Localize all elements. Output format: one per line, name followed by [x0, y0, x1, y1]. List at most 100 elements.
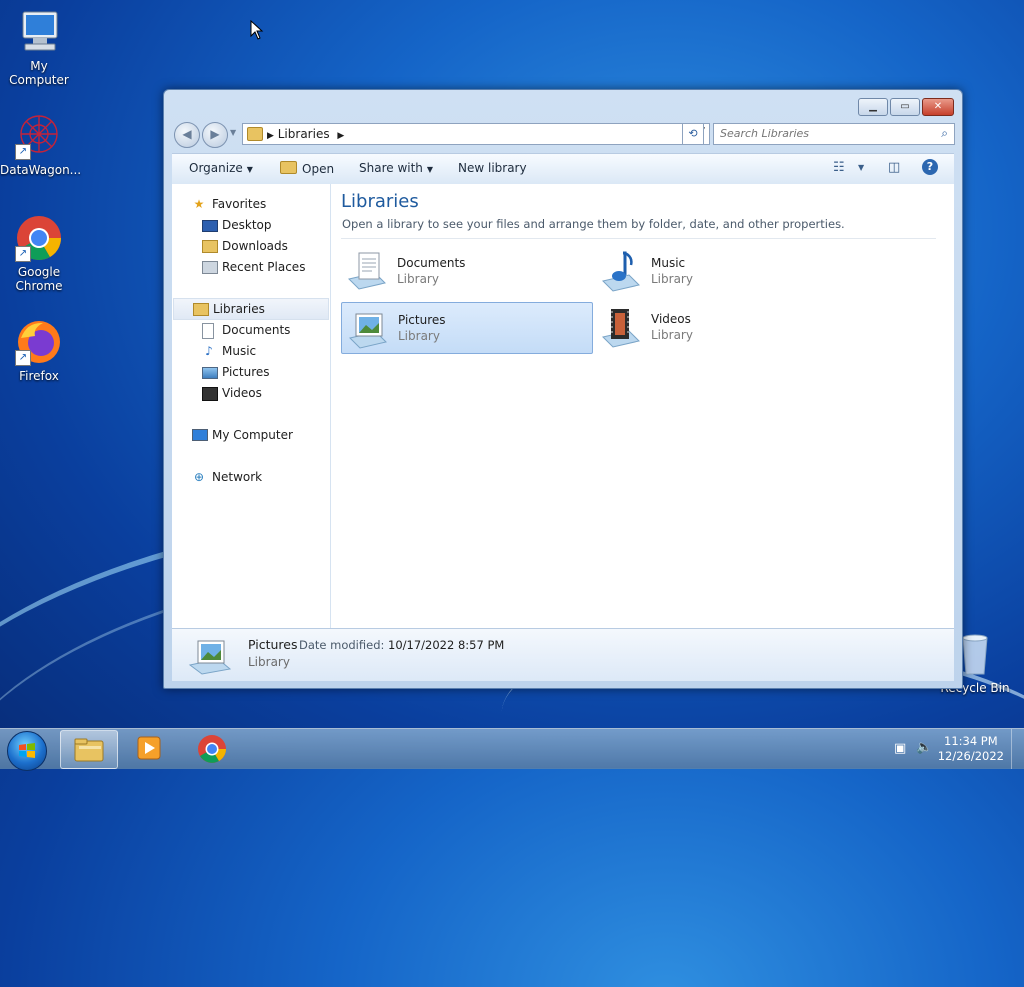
- desktop-icon-label: My Computer: [9, 59, 69, 87]
- recent-pages-chevron-icon[interactable]: ▼: [230, 128, 236, 137]
- desktop-icon-datawagon[interactable]: ↗ DataWagon...: [0, 112, 81, 177]
- nav-label: Music: [222, 344, 257, 358]
- navigation-bar: ◀ ▶ ▼ ▶ Libraries ▶ ▼ ⟲ ⌕: [172, 120, 955, 148]
- music-note-icon: ♪: [205, 344, 213, 358]
- taskbar: ▣ 🔈 11:34 PM 12/26/2022: [0, 728, 1024, 771]
- libraries-folder-icon: [247, 127, 263, 141]
- breadcrumb-libraries[interactable]: Libraries: [278, 127, 330, 141]
- forward-button[interactable]: ▶: [202, 122, 228, 148]
- media-player-icon: [137, 736, 161, 760]
- volume-icon[interactable]: 🔈: [916, 740, 932, 755]
- nav-label: Desktop: [222, 218, 272, 232]
- clock[interactable]: 11:34 PM 12/26/2022: [938, 734, 1004, 764]
- nav-label: Libraries: [213, 302, 265, 316]
- open-button[interactable]: Open: [280, 161, 334, 176]
- chrome-icon: [198, 735, 226, 763]
- library-item-name: Music: [651, 256, 686, 270]
- libraries-icon: [193, 303, 209, 316]
- datawagon-icon: ↗: [15, 112, 63, 160]
- library-item-documents[interactable]: Documents Library: [341, 246, 591, 296]
- details-type: Library: [248, 655, 290, 669]
- details-modified: Date modified: 10/17/2022 8:57 PM: [299, 638, 504, 652]
- maximize-button[interactable]: ▭: [890, 98, 920, 116]
- nav-label: Recent Places: [222, 260, 306, 274]
- shortcut-arrow-icon: ↗: [15, 144, 31, 160]
- desktop-icon-my-computer[interactable]: My Computer: [0, 8, 78, 87]
- show-desktop-button[interactable]: [1011, 729, 1024, 769]
- search-icon[interactable]: ⌕: [941, 126, 948, 141]
- nav-label: Pictures: [222, 365, 270, 379]
- computer-icon: [15, 8, 63, 56]
- desktop-icon-google-chrome[interactable]: ↗ Google Chrome: [0, 214, 78, 293]
- new-library-button[interactable]: New library: [458, 161, 527, 175]
- network-icon: ⊕: [193, 470, 205, 484]
- address-bar[interactable]: ▶ Libraries ▶ ▼: [242, 123, 710, 145]
- caret-down-icon: ▼: [426, 165, 434, 174]
- system-tray: ▣ 🔈 11:34 PM 12/26/2022: [884, 729, 1024, 769]
- minimize-button[interactable]: ▁: [858, 98, 888, 116]
- taskbar-chrome-button[interactable]: [184, 730, 240, 767]
- share-with-label: Share with: [359, 161, 423, 175]
- nav-label: Videos: [222, 386, 262, 400]
- library-item-videos[interactable]: Videos Library: [595, 302, 845, 352]
- windows-flag-icon: [19, 743, 35, 758]
- view-options-chevron-icon[interactable]: ▼: [858, 163, 864, 172]
- taskbar-explorer-button[interactable]: [60, 730, 118, 769]
- preview-pane-icon[interactable]: ◫: [888, 160, 900, 175]
- desktop-icon-label: Firefox: [19, 369, 59, 383]
- help-icon[interactable]: ?: [922, 159, 938, 175]
- firefox-icon: ↗: [15, 318, 63, 366]
- page-description: Open a library to see your files and arr…: [342, 217, 845, 231]
- start-button[interactable]: [7, 731, 47, 771]
- open-label: Open: [302, 162, 335, 176]
- nav-label: Network: [212, 470, 263, 484]
- music-library-icon: [599, 249, 643, 293]
- desktop-icon-firefox[interactable]: ↗ Firefox: [0, 318, 78, 383]
- details-modified-value: 10/17/2022 8:57 PM: [388, 638, 505, 652]
- nav-libraries[interactable]: Libraries: [173, 298, 329, 320]
- command-bar: Organize ▼ Open Share with ▼ New library ☷…: [172, 153, 954, 185]
- shortcut-arrow-icon: ↗: [15, 246, 31, 262]
- videos-icon: [202, 387, 218, 401]
- details-name: Pictures: [248, 637, 298, 652]
- computer-icon: [192, 429, 208, 441]
- nav-label: Documents: [222, 323, 291, 337]
- library-item-pictures[interactable]: Pictures Library: [341, 302, 593, 354]
- share-with-button[interactable]: Share with ▼: [359, 161, 433, 175]
- divider: [341, 238, 936, 239]
- new-library-label: New library: [458, 161, 527, 175]
- mouse-cursor-icon: [250, 20, 264, 40]
- library-item-music[interactable]: Music Library: [595, 246, 845, 296]
- taskbar-media-player-button[interactable]: [122, 730, 178, 767]
- nav-label: My Computer: [212, 428, 293, 442]
- library-item-type: Library: [651, 272, 693, 286]
- chrome-icon: ↗: [15, 214, 63, 262]
- navigation-pane: ★ Favorites Desktop Downloads Recent Pla…: [172, 184, 331, 628]
- breadcrumb-separator-icon[interactable]: ▶: [267, 131, 274, 141]
- organize-button[interactable]: Organize ▼: [189, 161, 253, 175]
- search-input[interactable]: [714, 124, 936, 142]
- close-button[interactable]: ✕: [922, 98, 954, 116]
- caret-down-icon: ▼: [246, 165, 253, 174]
- breadcrumb-chevron-icon[interactable]: ▶: [337, 131, 344, 141]
- library-item-name: Pictures: [398, 313, 446, 327]
- explorer-window[interactable]: ▁ ▭ ✕ ◀ ▶ ▼ ▶ Libraries ▶ ▼ ⟲ ⌕ Organize…: [163, 89, 963, 689]
- videos-library-icon: [599, 305, 643, 349]
- window-controls: ▁ ▭ ✕: [858, 98, 954, 116]
- desktop-icon: [202, 220, 218, 232]
- pictures-icon: [202, 367, 218, 379]
- refresh-icon[interactable]: ⟲: [682, 123, 704, 145]
- open-folder-icon: [280, 161, 297, 174]
- documents-library-icon: [345, 249, 389, 293]
- library-item-type: Library: [398, 329, 440, 343]
- back-button[interactable]: ◀: [174, 122, 200, 148]
- content-pane: Libraries Open a library to see your fil…: [331, 184, 954, 628]
- network-status-icon[interactable]: ▣: [894, 741, 906, 756]
- nav-label: Downloads: [222, 239, 288, 253]
- change-view-icon[interactable]: ☷: [833, 160, 845, 175]
- search-box[interactable]: ⌕: [713, 123, 955, 145]
- explorer-folder-icon: [74, 738, 104, 762]
- downloads-folder-icon: [202, 240, 218, 253]
- clock-date: 12/26/2022: [937, 749, 1004, 763]
- details-modified-label: Date modified:: [299, 638, 385, 652]
